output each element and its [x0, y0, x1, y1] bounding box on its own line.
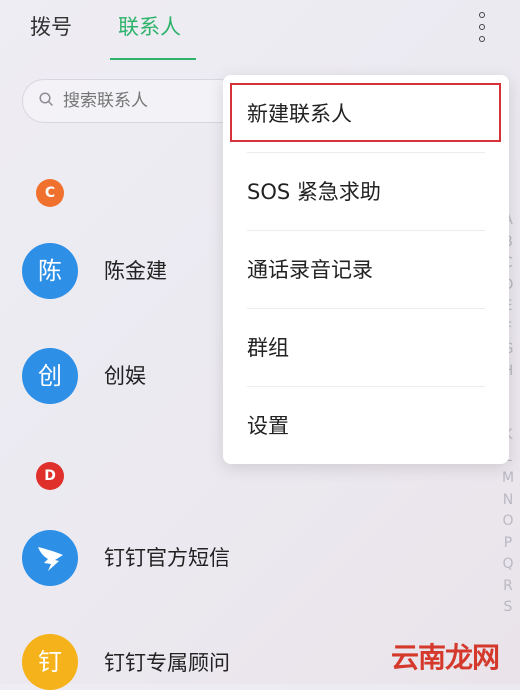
contact-name[interactable]: 钉钉官方短信	[104, 544, 230, 572]
index-letter-s[interactable]: S	[500, 597, 516, 619]
menu-item-call-recordings[interactable]: 通话录音记录	[223, 231, 509, 309]
index-letter-p[interactable]: P	[500, 533, 516, 555]
contact-name[interactable]: 创娱	[104, 362, 146, 390]
search-input[interactable]	[63, 90, 233, 112]
avatar: 创	[22, 348, 78, 404]
menu-item-settings[interactable]: 设置	[223, 387, 509, 465]
dingtalk-logo-icon	[22, 530, 78, 586]
highlight-box	[230, 83, 501, 142]
top-tab-bar: 拨号 联系人	[0, 0, 520, 64]
avatar: 钉	[22, 634, 78, 690]
menu-item-groups[interactable]: 群组	[223, 309, 509, 387]
section-letter-c: C	[36, 179, 64, 207]
contact-name[interactable]: 陈金建	[104, 257, 167, 285]
menu-item-sos[interactable]: SOS 紧急求助	[223, 153, 509, 231]
search-bar[interactable]	[22, 79, 242, 123]
avatar: 陈	[22, 243, 78, 299]
more-options-icon[interactable]	[470, 10, 494, 44]
tab-contacts[interactable]: 联系人	[118, 12, 181, 42]
tab-dial[interactable]: 拨号	[30, 12, 72, 42]
index-letter-o[interactable]: O	[500, 511, 516, 533]
overflow-menu: 新建联系人 SOS 紧急求助 通话录音记录 群组 设置	[223, 75, 509, 464]
search-icon	[39, 92, 53, 106]
index-letter-q[interactable]: Q	[500, 554, 516, 576]
index-letter-m[interactable]: M	[500, 468, 516, 490]
index-letter-r[interactable]: R	[500, 576, 516, 598]
section-letter-d: D	[36, 462, 64, 490]
watermark-text: 云南龙网	[391, 641, 500, 674]
contact-name[interactable]: 钉钉专属顾问	[104, 649, 230, 677]
active-tab-indicator	[110, 58, 196, 60]
index-letter-n[interactable]: N	[500, 490, 516, 512]
